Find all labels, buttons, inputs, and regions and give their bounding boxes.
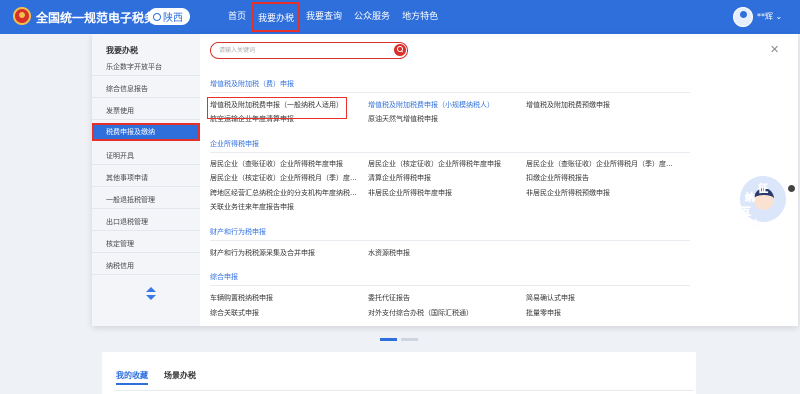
carousel-indicator	[380, 338, 418, 341]
link-nonresident-annual[interactable]: 非居民企业所得税年度申报	[368, 188, 452, 198]
link-property-merged[interactable]: 财产和行为税税源采集及合并申报	[210, 248, 315, 258]
sidebar-item-certificate[interactable]: 证明开具	[92, 147, 200, 165]
tab-scenario-tax[interactable]: 场景办税	[164, 370, 196, 381]
link-batch-zero-filing[interactable]: 批量零申报	[526, 308, 561, 318]
divider	[210, 285, 690, 286]
link-aviation-settlement[interactable]: 航空运输企业年度清算申报	[210, 114, 294, 124]
link-entrusted-collection[interactable]: 委托代征报告	[368, 293, 410, 303]
search-icon[interactable]	[394, 44, 406, 56]
link-nonresident-prepay[interactable]: 非居民企业所得税预缴申报	[526, 188, 610, 198]
region-selector[interactable]: 陕西	[148, 8, 190, 25]
mega-menu-panel: 我要办税 乐企数字开放平台 综合信息报告 发票使用 税费申报及缴纳 证明开具 其…	[92, 34, 798, 326]
link-oil-gas-vat[interactable]: 原油天然气增值税申报	[368, 114, 438, 124]
nav-home[interactable]: 首页	[222, 0, 252, 34]
assistant-char: 动	[749, 220, 760, 232]
link-vat-general[interactable]: 增值税及附加税费申报（一般纳税人适用）	[210, 100, 343, 110]
nav-query[interactable]: 我要查询	[300, 0, 348, 34]
sidebar-item-export-refund[interactable]: 出口退税管理	[92, 213, 200, 231]
link-cit-annual-audit[interactable]: 居民企业（查账征收）企业所得税年度申报	[210, 159, 343, 169]
user-name[interactable]: **辉 ⌄	[757, 11, 782, 22]
divider	[114, 390, 694, 391]
link-related-party-report[interactable]: 关联业务往来年度报告申报	[210, 202, 294, 212]
scroll-down-icon[interactable]	[146, 295, 156, 300]
sidebar-heading: 我要办税	[106, 46, 138, 55]
sidebar-scroll-control[interactable]	[146, 287, 156, 301]
link-cit-withholding[interactable]: 扣缴企业所得税报告	[526, 173, 589, 183]
nav-public-service[interactable]: 公众服务	[348, 0, 396, 34]
category-title-vat: 增值税及附加税（费）申报	[210, 80, 294, 88]
sidebar-item-lqi-platform[interactable]: 乐企数字开放平台	[92, 58, 200, 76]
search-input[interactable]	[219, 45, 384, 56]
nav-local-features[interactable]: 地方特色	[396, 0, 444, 34]
link-cross-region-branch[interactable]: 跨地区经营汇总纳税企业的分支机构年度纳税...	[210, 188, 357, 198]
link-cit-quarterly-approved[interactable]: 居民企业（核定征收）企业所得税月（季）度...	[210, 173, 357, 183]
top-navigation-bar: 全国统一规范电子税务局 陕西 首页 我要办税 我要查询 公众服务 地方特色 **…	[0, 0, 800, 34]
divider	[210, 152, 690, 153]
search-box	[210, 42, 408, 59]
category-title-comprehensive: 综合申报	[210, 273, 238, 281]
nav-do-tax[interactable]: 我要办税	[252, 2, 301, 32]
close-icon[interactable]: ✕	[770, 43, 779, 56]
link-linked-filing[interactable]: 综合关联式申报	[210, 308, 259, 318]
link-cit-annual-approved[interactable]: 居民企业（核定征收）企业所得税年度申报	[368, 159, 501, 169]
link-simple-confirm[interactable]: 简易确认式申报	[526, 293, 575, 303]
tab-my-favorites[interactable]: 我的收藏	[116, 370, 148, 385]
divider	[210, 240, 690, 241]
assistant-char: 纳	[745, 193, 756, 205]
assistant-close-icon[interactable]	[788, 185, 795, 192]
main-nav: 首页 我要办税 我要查询 公众服务 地方特色	[222, 0, 444, 34]
sidebar-item-tax-filing[interactable]: 税费申报及缴纳	[92, 123, 200, 141]
region-label: 陕西	[163, 13, 183, 24]
user-avatar-icon[interactable]	[733, 7, 753, 27]
divider	[210, 92, 690, 93]
link-cit-quarterly-audit[interactable]: 居民企业（查账征收）企业所得税月（季）度...	[526, 159, 673, 169]
sidebar-item-refund[interactable]: 一般退抵税管理	[92, 191, 200, 209]
scroll-up-icon[interactable]	[146, 287, 156, 292]
sidebar-item-invoice[interactable]: 发票使用	[92, 102, 200, 120]
category-sidebar: 我要办税 乐企数字开放平台 综合信息报告 发票使用 税费申报及缴纳 证明开具 其…	[92, 34, 200, 326]
assistant-char: 征	[758, 184, 769, 196]
link-foreign-payment[interactable]: 对外支付综合办税（国际汇税通）	[368, 308, 473, 318]
sidebar-item-credit[interactable]: 纳税信用	[92, 257, 200, 275]
location-pin-icon	[153, 12, 161, 21]
link-vehicle-purchase-tax[interactable]: 车辆购置税纳税申报	[210, 293, 273, 303]
link-vat-small-scale[interactable]: 增值税及附加税费申报（小规模纳税人）	[368, 100, 494, 110]
link-cit-liquidation[interactable]: 清算企业所得税申报	[368, 173, 431, 183]
category-title-property: 财产和行为税申报	[210, 228, 266, 236]
category-title-cit: 企业所得税申报	[210, 140, 259, 148]
sidebar-item-assessment[interactable]: 核定管理	[92, 235, 200, 253]
sidebar-item-other-requests[interactable]: 其他事项申请	[92, 169, 200, 187]
tax-emblem-logo	[13, 7, 31, 25]
bottom-card: 我的收藏 场景办税	[102, 352, 696, 394]
sidebar-item-info-report[interactable]: 综合信息报告	[92, 80, 200, 98]
link-water-resource-tax[interactable]: 水资源税申报	[368, 248, 410, 258]
carousel-dot[interactable]	[401, 338, 418, 341]
link-vat-prepay[interactable]: 增值税及附加税费预缴申报	[526, 100, 610, 110]
carousel-dot[interactable]	[380, 338, 397, 341]
